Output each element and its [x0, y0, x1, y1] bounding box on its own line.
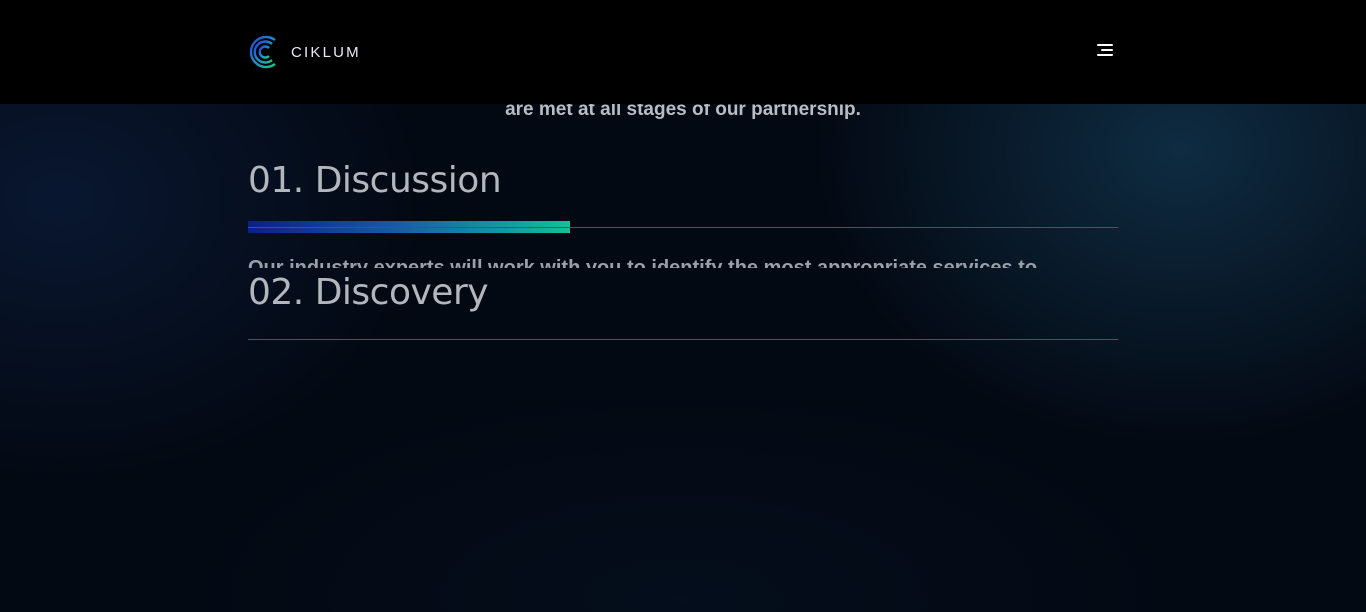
- ciklum-logo[interactable]: CIKLUM: [248, 35, 361, 69]
- step-description-container: Our industry experts will work with you …: [248, 256, 1118, 268]
- ciklum-logo-icon: [249, 35, 276, 69]
- menu-line: [1097, 44, 1113, 46]
- step-title: 02. Discovery: [248, 272, 489, 313]
- step-divider: [248, 227, 1118, 228]
- step-description: Our industry experts will work with you …: [248, 257, 1038, 268]
- brand-name: CIKLUM: [291, 43, 361, 61]
- step-divider: [248, 339, 1118, 340]
- menu-line: [1101, 49, 1113, 51]
- step-discovery[interactable]: 02. Discovery: [248, 272, 1118, 313]
- menu-line: [1097, 54, 1113, 56]
- step-title: 01. Discussion: [248, 160, 502, 201]
- site-header: CIKLUM: [0, 0, 1366, 104]
- step-discussion[interactable]: 01. Discussion: [248, 160, 1118, 201]
- hamburger-menu-icon[interactable]: [1094, 42, 1116, 60]
